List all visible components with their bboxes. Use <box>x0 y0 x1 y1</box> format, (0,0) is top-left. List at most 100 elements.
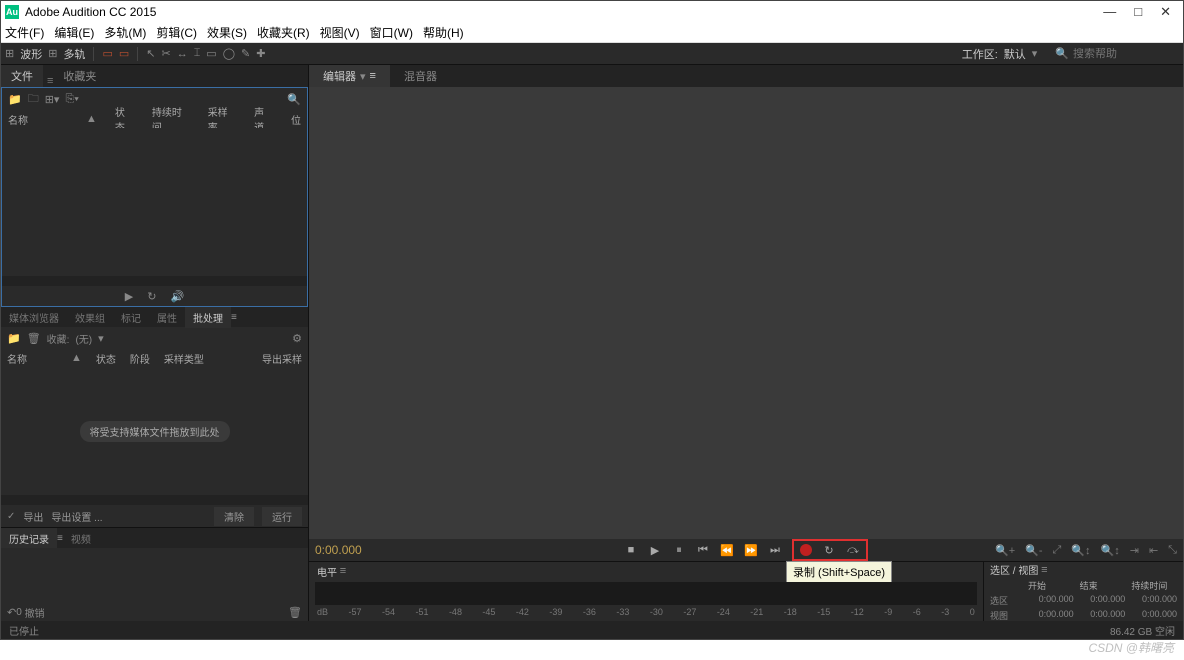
marquee-icon[interactable]: ▭ <box>206 47 216 60</box>
hud-toggle-icon[interactable]: ▭ <box>102 47 112 60</box>
loop-button[interactable]: ↻ <box>822 543 836 557</box>
menu-file[interactable]: 文件(F) <box>5 24 44 41</box>
col-bit[interactable]: 位 <box>291 112 301 127</box>
forward-button[interactable]: ⏩ <box>744 543 758 557</box>
tab-mixer[interactable]: 混音器 <box>390 65 451 87</box>
view-dur[interactable]: 0:00.000 <box>1131 609 1177 621</box>
go-end-button[interactable]: ⏭ <box>768 543 782 557</box>
rewind-button[interactable]: ⏪ <box>720 543 734 557</box>
menu-edit[interactable]: 编辑(E) <box>54 24 94 41</box>
play-preview-icon[interactable]: ▶ <box>125 290 133 303</box>
close-button[interactable]: ✕ <box>1160 4 1171 20</box>
menu-view[interactable]: 视图(V) <box>320 24 360 41</box>
files-list[interactable] <box>2 128 307 276</box>
autoplay-icon[interactable]: 🔊 <box>170 290 184 303</box>
col-name[interactable]: 名称 <box>8 112 68 127</box>
tab-history[interactable]: 历史记录 <box>1 528 57 549</box>
trash-icon[interactable]: 🗑 <box>288 606 302 619</box>
waveform-view-icon[interactable]: ⊞ <box>5 47 14 60</box>
search-help-input[interactable] <box>1073 48 1173 60</box>
zoom-full-icon[interactable]: ⤡ <box>1168 544 1177 557</box>
insert-into-icon[interactable]: ⎘▾ <box>65 93 78 106</box>
panel-menu-icon[interactable]: ≡ <box>340 565 346 577</box>
menu-help[interactable]: 帮助(H) <box>423 24 464 41</box>
col-export[interactable]: 导出采样 <box>262 351 302 366</box>
maximize-button[interactable]: □ <box>1134 4 1142 20</box>
sort-arrow-icon[interactable]: ▲ <box>86 113 97 125</box>
run-button[interactable]: 运行 <box>262 507 302 526</box>
tab-files[interactable]: 文件 <box>1 65 43 87</box>
menu-effects[interactable]: 效果(S) <box>207 24 247 41</box>
tab-favorites[interactable]: 收藏夹 <box>53 65 106 87</box>
tab-batch[interactable]: 批处理 <box>185 307 231 328</box>
pause-button[interactable]: ⏸ <box>672 543 686 557</box>
stop-button[interactable]: ■ <box>624 543 638 557</box>
favorite-dropdown[interactable]: (无) <box>75 331 92 346</box>
brush-icon[interactable]: ✎ <box>241 47 250 60</box>
waveform-label[interactable]: 波形 <box>20 46 42 62</box>
minimize-button[interactable]: — <box>1103 4 1116 20</box>
play-button[interactable]: ▶ <box>648 543 662 557</box>
skip-selection-button[interactable]: ⤼ <box>846 543 860 557</box>
batch-drop-area[interactable]: 将受支持媒体文件拖放到此处 <box>1 367 308 495</box>
panel-menu-icon[interactable]: ≡ <box>231 312 237 323</box>
menu-favorites[interactable]: 收藏夹(R) <box>257 24 310 41</box>
col-stage[interactable]: 阶段 <box>130 351 150 366</box>
chevron-down-icon[interactable]: ▾ <box>1032 47 1038 60</box>
col-status[interactable]: 状态 <box>96 351 116 366</box>
panel-menu-icon[interactable]: ≡ <box>370 70 376 82</box>
batch-scrollbar[interactable] <box>1 495 308 505</box>
sel-dur[interactable]: 0:00.000 <box>1131 594 1177 607</box>
move-tool-icon[interactable]: ↖ <box>146 47 155 60</box>
spot-heal-icon[interactable]: ✚ <box>256 47 265 60</box>
chevron-down-icon[interactable]: ▾ <box>98 332 104 345</box>
multitrack-view-icon[interactable]: ⊞ <box>48 47 57 60</box>
import-icon[interactable]: 🗀 <box>28 90 39 109</box>
undo-count-icon[interactable]: ↶ <box>7 606 16 619</box>
add-files-icon[interactable]: 📁 <box>7 332 21 345</box>
spectral-pitch-icon[interactable]: ▭ <box>119 47 129 60</box>
zoom-sel-out-icon[interactable]: ⇤ <box>1149 544 1158 557</box>
export-checkbox[interactable]: ✓ <box>7 511 15 522</box>
tab-editor[interactable]: 编辑器 ▾ ≡ <box>309 65 390 87</box>
chevron-down-icon[interactable]: ▾ <box>360 70 366 83</box>
loop-preview-icon[interactable]: ↻ <box>147 290 156 303</box>
go-start-button[interactable]: ⏮ <box>696 543 710 557</box>
record-button[interactable] <box>800 544 812 556</box>
workspace-dropdown[interactable]: 默认 <box>1004 46 1026 62</box>
levels-meter[interactable] <box>315 582 977 605</box>
slip-tool-icon[interactable]: ↔ <box>177 48 188 60</box>
selection-title[interactable]: 选区 / 视图 ≡ <box>984 562 1183 577</box>
settings-icon[interactable]: ⚙ <box>292 332 302 345</box>
timecode-display[interactable]: 0:00.000 <box>315 543 362 557</box>
export-settings-link[interactable]: 导出设置 ... <box>51 509 102 524</box>
zoom-in-time-icon[interactable]: 🔍+ <box>995 544 1015 557</box>
menu-clip[interactable]: 剪辑(C) <box>156 24 197 41</box>
zoom-in-amp-icon[interactable]: 🔍↕ <box>1071 544 1090 557</box>
tab-media-browser[interactable]: 媒体浏览器 <box>1 307 67 328</box>
history-list[interactable] <box>1 548 308 603</box>
tab-markers[interactable]: 标记 <box>113 307 149 328</box>
sel-start[interactable]: 0:00.000 <box>1028 594 1074 607</box>
zoom-reset-icon[interactable]: ⤢ <box>1053 544 1062 557</box>
view-start[interactable]: 0:00.000 <box>1028 609 1074 621</box>
col-sampletype[interactable]: 采样类型 <box>164 351 204 366</box>
zoom-out-amp-icon[interactable]: 🔍↕ <box>1101 544 1120 557</box>
sel-end[interactable]: 0:00.000 <box>1080 594 1126 607</box>
search-files-icon[interactable]: 🔍 <box>287 93 301 106</box>
sort-arrow-icon[interactable]: ▲ <box>71 352 82 364</box>
editor-canvas[interactable] <box>309 87 1183 539</box>
col-name[interactable]: 名称 <box>7 351 27 366</box>
tab-video[interactable]: 视频 <box>63 528 99 549</box>
multitrack-label[interactable]: 多轨 <box>63 46 85 62</box>
razor-tool-icon[interactable]: ✂ <box>161 47 170 60</box>
lasso-icon[interactable]: ◯ <box>223 47 235 60</box>
files-scrollbar[interactable] <box>2 276 307 286</box>
clear-button[interactable]: 清除 <box>214 507 254 526</box>
time-select-icon[interactable]: ⌶ <box>194 47 201 60</box>
panel-menu-icon[interactable]: ≡ <box>1041 564 1047 576</box>
remove-icon[interactable]: 🗑 <box>27 332 41 345</box>
open-file-icon[interactable]: 📁 <box>8 93 22 106</box>
menu-multitrack[interactable]: 多轨(M) <box>104 24 146 41</box>
view-end[interactable]: 0:00.000 <box>1080 609 1126 621</box>
